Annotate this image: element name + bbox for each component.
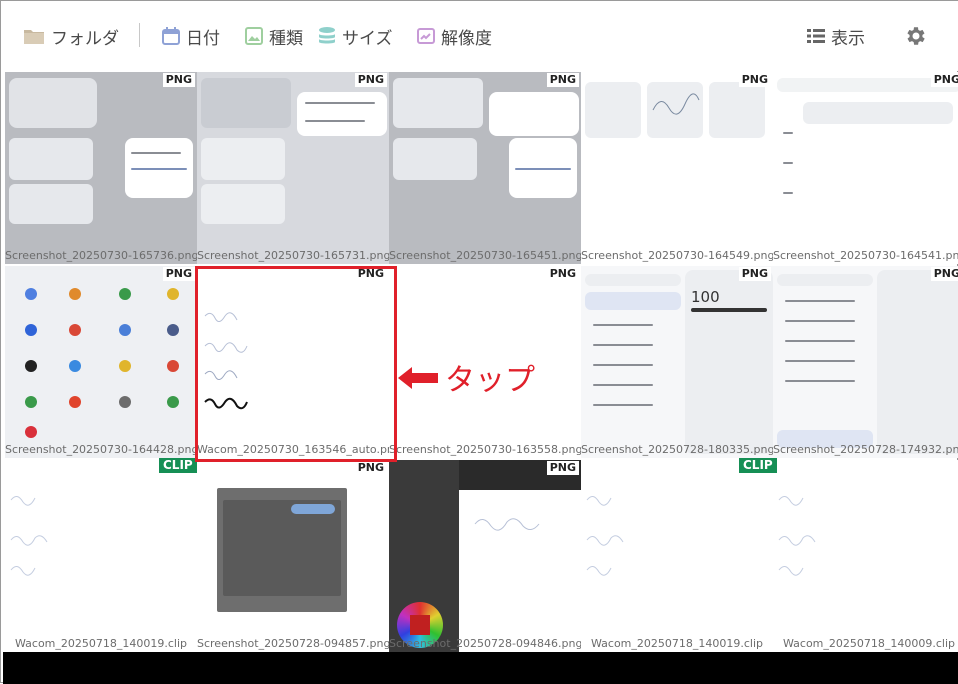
toolbar: フォルダ 日付 種類 サイズ 解像度 表示 (1, 1, 958, 71)
sort-resolution-button[interactable]: 解像度 (417, 22, 492, 50)
sort-folder-label: フォルダ (51, 28, 119, 49)
clip-badge: CLIP (159, 458, 197, 473)
thumbnail-tile[interactable]: Wacom_20250718_140019.clip (5, 460, 197, 652)
file-name: Screenshot_20250728-180335.png (581, 443, 773, 456)
file-name: Screenshot_20250730-164428.png (5, 443, 197, 456)
file-name: Screenshot_20250728-174932.png (773, 443, 958, 456)
file-type-badge: PNG (930, 267, 958, 281)
file-name: Screenshot_20250730-165736.png (5, 249, 197, 262)
selection-highlight (195, 266, 397, 462)
file-name: Wacom_20250718_140019.clip (590, 637, 764, 650)
file-type-badge: PNG (546, 267, 579, 281)
sort-resolution-label: 解像度 (441, 28, 492, 49)
view-button[interactable]: 表示 (807, 22, 865, 50)
thumbnail-tile[interactable]: PNG Screenshot_20250730-165731.png (197, 72, 389, 264)
arrow-left-icon (398, 367, 438, 389)
thumbnail-tile[interactable]: PNG Screenshot_20250730-164428.png (5, 266, 197, 458)
sort-date-button[interactable]: 日付 (162, 22, 220, 50)
folder-icon (24, 30, 44, 44)
thumbnail-tile[interactable]: PNG Screenshot_20250728-174932.png (773, 266, 958, 458)
file-name: Screenshot_20250730-164549.png (581, 249, 773, 262)
battery-percent: 100 (691, 288, 720, 306)
file-name: Wacom_20250718_140019.clip (14, 637, 188, 650)
clip-badge: CLIP (739, 458, 777, 473)
file-type-badge: PNG (738, 267, 771, 281)
sort-size-button[interactable]: サイズ (318, 22, 393, 50)
file-type-badge: PNG (546, 461, 579, 475)
file-type-badge: PNG (546, 73, 579, 87)
sort-folder-button[interactable]: フォルダ (23, 22, 119, 50)
gear-icon (907, 27, 925, 45)
file-name: Screenshot_20250728-094857.png (197, 637, 389, 650)
toolbar-divider (139, 23, 140, 47)
thumbnail-tile[interactable]: Wacom_20250718_140019.clip (581, 460, 773, 652)
file-name: Screenshot_20250728-094846.png (389, 637, 581, 650)
thumbnail-tile[interactable]: PNG Screenshot_20250730-164549.png (581, 72, 773, 264)
bottom-bar (3, 652, 958, 684)
file-type-badge: PNG (162, 267, 195, 281)
sort-type-button[interactable]: 種類 (245, 22, 303, 50)
resolution-icon (417, 28, 435, 44)
view-label: 表示 (831, 28, 865, 49)
app-window: フォルダ 日付 種類 サイズ 解像度 表示 PNG Screenshot_202… (0, 0, 958, 684)
file-name: Screenshot_20250730-163558.png (389, 443, 581, 456)
file-name: Wacom_20250718_140009.clip (782, 637, 956, 650)
thumbnail-tile[interactable]: Wacom_20250718_140009.clip (773, 460, 958, 652)
file-type-badge: PNG (162, 73, 195, 87)
sort-type-label: 種類 (269, 28, 303, 49)
file-name: Screenshot_20250730-164541.png (773, 249, 958, 262)
thumbnail-tile[interactable]: PNG Screenshot_20250730-164541.png (773, 72, 958, 264)
thumbnail-tile[interactable]: PNG Screenshot_20250728-094857.png (197, 460, 389, 652)
sort-date-label: 日付 (186, 28, 220, 49)
battery-bar (691, 308, 767, 312)
calendar-icon (162, 27, 180, 45)
sort-size-label: サイズ (342, 28, 393, 49)
thumbnail-tile[interactable]: PNG Screenshot_20250730-165736.png (5, 72, 197, 264)
database-icon (319, 27, 335, 44)
thumbnail-tile[interactable]: 100 PNG Screenshot_20250728-180335.png (581, 266, 773, 458)
file-type-badge: PNG (354, 461, 387, 475)
file-name: Screenshot_20250730-165451.png (389, 249, 581, 262)
file-type-badge: PNG (354, 73, 387, 87)
settings-button[interactable] (904, 22, 934, 50)
file-type-badge: PNG (738, 73, 771, 87)
list-icon (807, 29, 825, 43)
image-icon (245, 27, 263, 45)
tap-annotation: タップ (445, 363, 535, 398)
file-name: Screenshot_20250730-165731.png (197, 249, 389, 262)
thumbnail-tile[interactable]: PNG Screenshot_20250730-165451.png (389, 72, 581, 264)
file-type-badge: PNG (930, 73, 958, 87)
thumbnail-tile[interactable]: PNG Screenshot_20250728-094846.png (389, 460, 581, 652)
